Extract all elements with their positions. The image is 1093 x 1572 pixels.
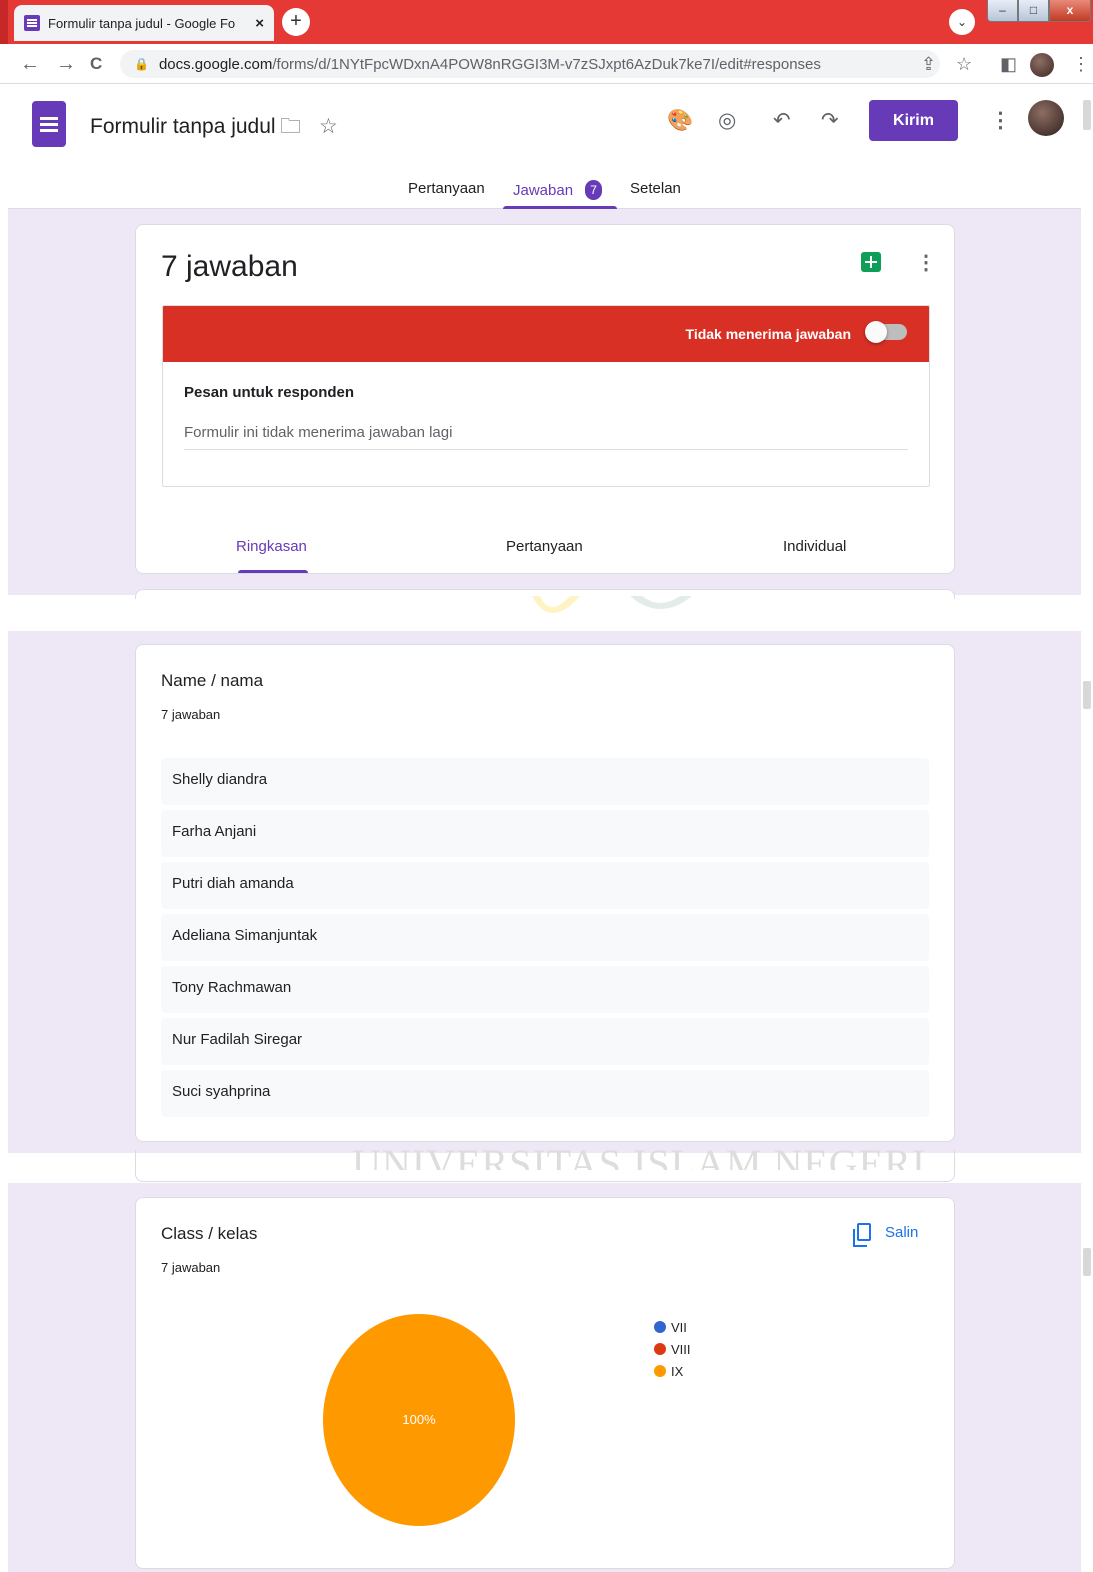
share-icon[interactable]: ⇪ [921,54,936,74]
account-avatar[interactable] [1028,100,1064,136]
bookmark-star-icon[interactable]: ☆ [956,54,972,74]
answer-row: Tony Rachmawan [161,966,929,1013]
forms-favicon-icon [24,15,40,31]
scrollbar-thumb[interactable] [1083,1248,1091,1276]
pie-data-label: 100% [402,1412,436,1427]
responses-count-title: 7 jawaban [161,250,298,283]
answer-row: Nur Fadilah Siregar [161,1018,929,1065]
tab-search-button[interactable]: ⌄ [949,9,975,35]
url-host: docs.google.com [158,55,273,73]
question-card-name: Name / nama 7 jawaban Shelly diandra Far… [135,644,955,1142]
more-options-icon[interactable]: ⋮ [990,109,1011,133]
tab-questions[interactable]: Pertanyaan [408,180,485,197]
more-options-icon[interactable]: ⋮ [916,253,936,273]
subtab-summary[interactable]: Ringkasan [236,538,307,555]
lock-icon[interactable]: 🔒 [134,57,149,71]
chart-legend: VII VIII IX [654,1316,691,1382]
window-close-button[interactable]: x [1049,0,1091,22]
question-response-count: 7 jawaban [161,707,221,722]
question-response-count: 7 jawaban [161,1260,221,1275]
reload-icon[interactable]: C [90,52,102,76]
browser-tab[interactable]: Formulir tanpa judul - Google Fo × [14,5,274,41]
back-icon[interactable]: ← [20,52,40,76]
palette-icon[interactable]: 🎨 [667,109,693,133]
active-subtab-indicator [238,570,308,573]
question-title: Class / kelas [161,1224,258,1243]
copy-chart-button[interactable]: Salin [853,1223,919,1247]
subtab-individual[interactable]: Individual [783,538,846,555]
scrollbar-thumb[interactable] [1083,681,1091,709]
legend-item-vii: VII [654,1316,691,1338]
folder-icon[interactable]: 🗀 [280,115,301,139]
profile-avatar[interactable] [1030,53,1054,77]
legend-swatch [654,1321,666,1333]
subtab-question[interactable]: Pertanyaan [506,538,583,555]
address-bar[interactable]: 🔒 docs.google.com/forms/d/1NYtFpcWDxnA4P… [120,50,940,78]
forward-icon[interactable]: → [56,52,76,76]
respondent-message-label: Pesan untuk responden [184,384,355,401]
responses-count-badge: 7 [585,180,603,200]
browser-titlebar: Formulir tanpa judul - Google Fo × + ⌄ –… [0,0,1093,44]
new-tab-button[interactable]: + [282,8,310,36]
tab-responses-label: Jawaban [513,182,574,199]
answer-row: Farha Anjani [161,810,929,857]
legend-label: IX [671,1363,684,1379]
legend-item-viii: VIII [654,1338,691,1360]
star-icon[interactable]: ☆ [319,115,338,139]
question-card-class: Class / kelas 7 jawaban Salin 100% VII VI… [135,1197,955,1569]
tab-close-icon[interactable]: × [255,15,264,32]
browser-toolbar: ← → C 🔒 docs.google.com/forms/d/1NYtFpcW… [0,44,1093,84]
legend-item-ix: IX [654,1360,691,1382]
tab-responses[interactable]: Jawaban 7 [513,180,603,200]
not-accepting-banner: Tidak menerima jawaban [163,306,929,362]
question-title: Name / nama [161,671,264,690]
watermark-logo [532,596,692,613]
not-accepting-label: Tidak menerima jawaban [685,326,851,342]
window-minimize-button[interactable]: – [987,0,1018,22]
form-tabs: Pertanyaan Jawaban 7 Setelan [8,173,1081,209]
form-title[interactable]: Formulir tanpa judul [90,115,276,139]
side-panel-icon[interactable]: ◧ [1000,54,1017,74]
answer-row: Adeliana Simanjuntak [161,914,929,961]
legend-swatch [654,1365,666,1377]
legend-label: VII [671,1319,687,1335]
window-maximize-button[interactable]: □ [1018,0,1049,22]
send-button[interactable]: Kirim [869,100,958,141]
preview-eye-icon[interactable]: ◎ [718,109,736,133]
answer-list: Shelly diandra Farha Anjani Putri diah a… [161,758,929,1122]
forms-header: Formulir tanpa judul 🗀 ☆ 🎨 ◎ ↶ ↷ Kirim ⋮… [8,85,1081,209]
tab-settings[interactable]: Setelan [630,180,681,197]
url-path: /forms/d/1NYtFpcWDxnA4POW8nRGGI3M-v7zSJx… [272,55,821,73]
pie-chart: 100% [323,1314,515,1526]
copy-icon [853,1223,871,1247]
respondent-message-field[interactable]: Formulir ini tidak menerima jawaban lagi [184,424,908,450]
accepting-responses-toggle[interactable] [865,321,907,343]
responses-summary-card: 7 jawaban ⋮ Tidak menerima jawaban Pesan… [135,224,955,574]
closed-form-panel: Tidak menerima jawaban Pesan untuk respo… [162,305,930,487]
redo-icon[interactable]: ↷ [821,109,839,133]
undo-icon[interactable]: ↶ [773,109,791,133]
window-border [0,0,8,44]
prev-card-edge [135,1150,955,1182]
answer-row: Putri diah amanda [161,862,929,909]
answer-row: Shelly diandra [161,758,929,805]
copy-label: Salin [885,1223,919,1241]
tab-title: Formulir tanpa judul - Google Fo [48,15,236,31]
legend-label: VIII [671,1341,691,1357]
google-forms-logo-icon[interactable] [32,101,66,147]
google-sheets-icon[interactable] [861,252,881,272]
scrollbar-thumb[interactable] [1083,100,1091,130]
answer-row: Suci syahprina [161,1070,929,1117]
browser-menu-icon[interactable]: ⋮ [1072,54,1090,74]
legend-swatch [654,1343,666,1355]
